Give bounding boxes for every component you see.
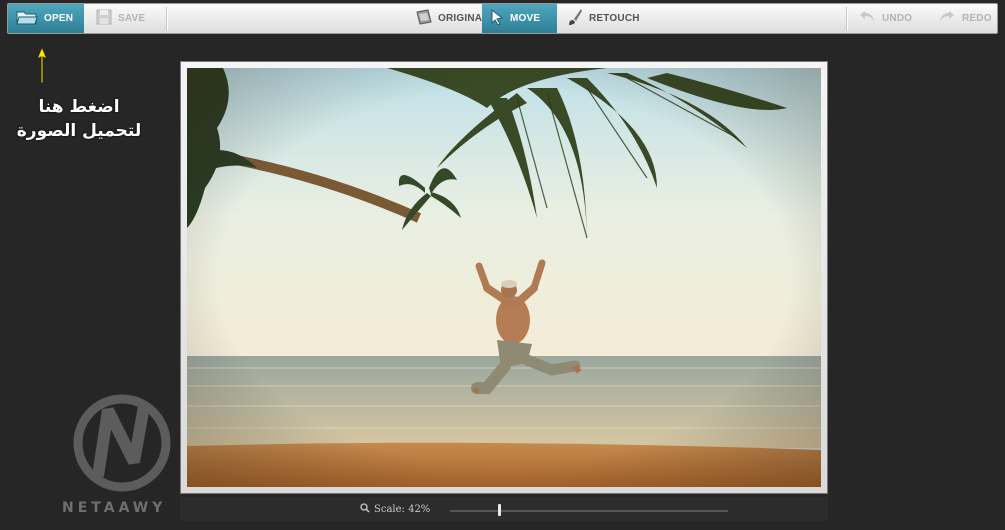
hint-line-1: اضغط هنا bbox=[38, 97, 120, 117]
cursor-arrow-icon bbox=[490, 8, 504, 28]
save-label: SAVE bbox=[118, 13, 146, 24]
brush-icon bbox=[567, 8, 583, 29]
save-button[interactable]: SAVE bbox=[88, 4, 164, 33]
redo-label: REDO bbox=[962, 13, 992, 24]
open-button[interactable]: OPEN bbox=[8, 4, 84, 33]
undo-label: UNDO bbox=[882, 13, 913, 24]
zoom-icon bbox=[360, 503, 370, 516]
retouch-button[interactable]: RETOUCH bbox=[559, 4, 639, 33]
folder-open-icon bbox=[16, 9, 38, 28]
move-button[interactable]: MOVE bbox=[482, 4, 557, 33]
watermark-logo bbox=[62, 388, 182, 503]
retouch-label: RETOUCH bbox=[589, 13, 640, 24]
original-image-icon bbox=[414, 9, 432, 28]
watermark-text: NETAAWY bbox=[62, 500, 167, 516]
upload-hint-text: اضغط هنا لتحميل الصورة bbox=[6, 95, 152, 143]
scale-bar: Scale: 42% bbox=[180, 497, 828, 521]
open-label: OPEN bbox=[44, 13, 74, 24]
beach-photo[interactable] bbox=[187, 68, 821, 487]
zoom-slider-thumb[interactable] bbox=[498, 504, 501, 516]
original-label: ORIGINAL bbox=[438, 13, 489, 24]
photo-frame bbox=[180, 61, 828, 494]
undo-icon bbox=[858, 9, 876, 28]
hint-line-2: لتحميل الصورة bbox=[16, 121, 142, 141]
redo-icon bbox=[938, 9, 956, 28]
undo-button[interactable]: UNDO bbox=[850, 4, 920, 33]
toolbar: OPEN SAVE ORIGINAL MOVE RETOUCH UNDO RED… bbox=[7, 3, 998, 34]
arrow-up-icon bbox=[32, 45, 52, 90]
move-label: MOVE bbox=[510, 13, 541, 24]
original-button[interactable]: ORIGINAL bbox=[406, 4, 488, 33]
scale-label: Scale: 42% bbox=[374, 504, 431, 515]
redo-button[interactable]: REDO bbox=[930, 4, 998, 33]
floppy-disk-icon bbox=[96, 9, 112, 28]
zoom-slider[interactable] bbox=[450, 510, 728, 512]
scale-readout: Scale: 42% bbox=[360, 503, 430, 516]
